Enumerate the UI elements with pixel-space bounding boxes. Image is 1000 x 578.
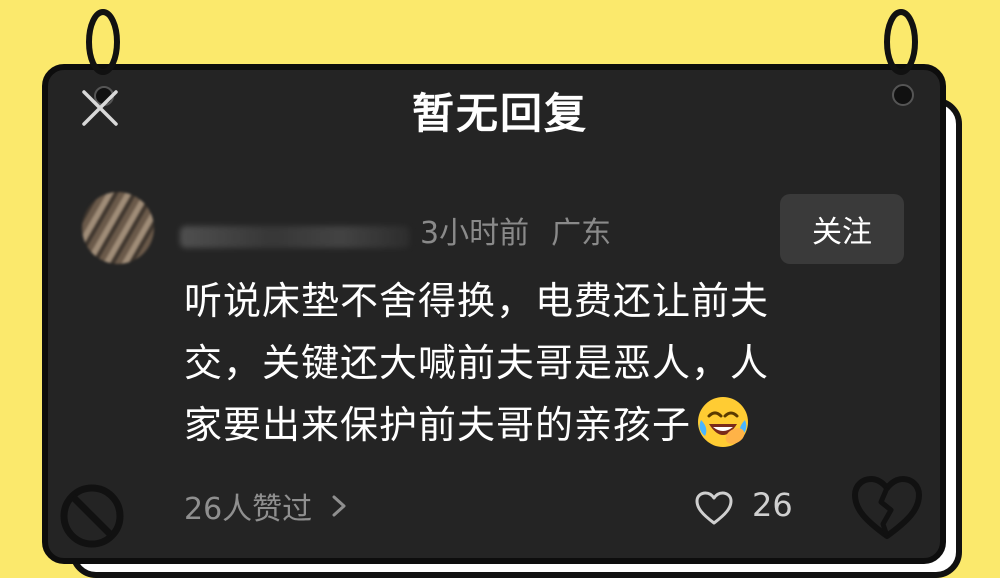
chevron-right-icon <box>332 495 346 517</box>
username-blurred[interactable] <box>180 226 410 248</box>
comment-line: 听说床垫不舍得换，电费还让前夫 <box>184 279 770 323</box>
ban-icon <box>60 484 124 548</box>
avatar[interactable] <box>82 192 154 264</box>
laughing-crying-emoji-icon <box>698 397 749 447</box>
follow-button[interactable]: 关注 <box>780 194 904 264</box>
comment-text: 听说床垫不舍得换，电费还让前夫 交，关键还大喊前夫哥是恶人，人 家要出来保护前夫… <box>184 270 884 456</box>
broken-heart-icon <box>852 476 922 539</box>
comment-line-last: 家要出来保护前夫哥的亲孩子 <box>184 394 884 456</box>
like-count: 26 <box>752 486 793 524</box>
comment-location: 广东 <box>551 216 612 251</box>
likers-link[interactable]: 26人赞过 <box>184 484 348 528</box>
heart-outline-icon[interactable] <box>694 490 734 526</box>
page-title: 暂无回复 <box>411 89 588 138</box>
comment-meta: 3小时前 广东 <box>420 208 611 252</box>
comment-time: 3小时前 <box>420 216 530 251</box>
comment-line: 交，关键还大喊前夫哥是恶人，人 <box>184 341 770 385</box>
likers-text: 26人赞过 <box>184 492 313 527</box>
